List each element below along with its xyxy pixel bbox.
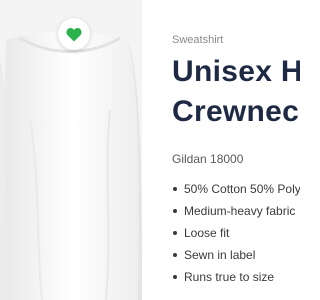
feature-item: Medium-heavy fabric <box>172 204 300 226</box>
product-title-line-1: Unisex H <box>172 55 300 88</box>
product-model: Gildan 18000 <box>172 152 244 166</box>
product-image[interactable] <box>0 0 142 300</box>
feature-item: Sewn in label <box>172 248 300 270</box>
feature-item: 50% Cotton 50% Poly <box>172 182 300 204</box>
product-page: Sweatshirt Unisex H Crewnec Gildan 18000… <box>0 0 300 300</box>
product-title-line-2: Crewnec <box>172 95 300 128</box>
feature-item: Loose fit <box>172 226 300 248</box>
product-category: Sweatshirt <box>172 34 224 46</box>
product-details: Sweatshirt Unisex H Crewnec Gildan 18000… <box>172 0 300 300</box>
favorite-button[interactable] <box>58 18 90 50</box>
product-title: Unisex H Crewnec <box>172 52 300 132</box>
heart-icon <box>66 27 82 41</box>
feature-item: Runs true to size <box>172 270 300 292</box>
feature-list: 50% Cotton 50% Poly Medium-heavy fabric … <box>172 182 300 292</box>
